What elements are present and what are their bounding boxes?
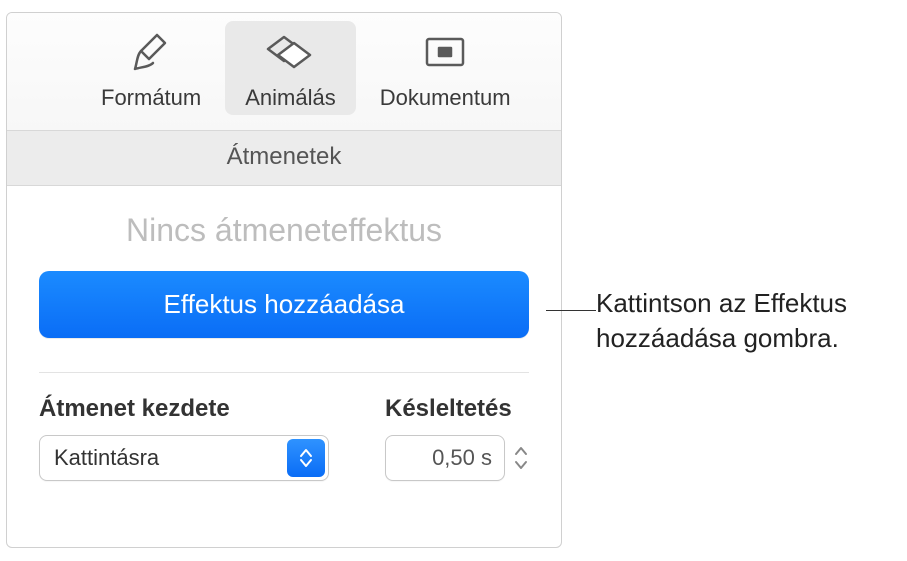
stepper-down-icon[interactable] — [513, 459, 529, 471]
tab-format[interactable]: Formátum — [81, 21, 221, 115]
add-effect-button[interactable]: Effektus hozzáadása — [39, 271, 529, 338]
tab-document-label: Dokumentum — [380, 85, 511, 111]
delay-label: Késleltetés — [385, 395, 529, 423]
tab-animate[interactable]: Animálás — [225, 21, 355, 115]
toolbar: Formátum Animálás — [7, 13, 561, 131]
slide-icon — [421, 27, 469, 79]
divider — [39, 372, 529, 373]
tab-document[interactable]: Dokumentum — [360, 21, 531, 115]
brush-icon — [131, 27, 171, 79]
section-header-transitions: Átmenetek — [7, 131, 561, 186]
diamond-stack-icon — [264, 27, 316, 79]
transition-start-select[interactable]: Kattintásra — [39, 435, 329, 481]
stepper-up-icon[interactable] — [513, 445, 529, 457]
callout-text: Kattintson az Effektus hozzáadása gombra… — [596, 286, 896, 356]
no-transition-label: Nincs átmeneteffektus — [39, 212, 529, 249]
tab-animate-label: Animálás — [245, 85, 335, 111]
transition-start-value: Kattintásra — [54, 445, 159, 471]
transition-start-label: Átmenet kezdete — [39, 395, 357, 423]
delay-input[interactable] — [385, 435, 505, 481]
inspector-panel: Formátum Animálás — [6, 12, 562, 548]
callout-leader-line — [546, 310, 596, 311]
tab-format-label: Formátum — [101, 85, 201, 111]
chevron-up-down-icon[interactable] — [287, 439, 325, 477]
